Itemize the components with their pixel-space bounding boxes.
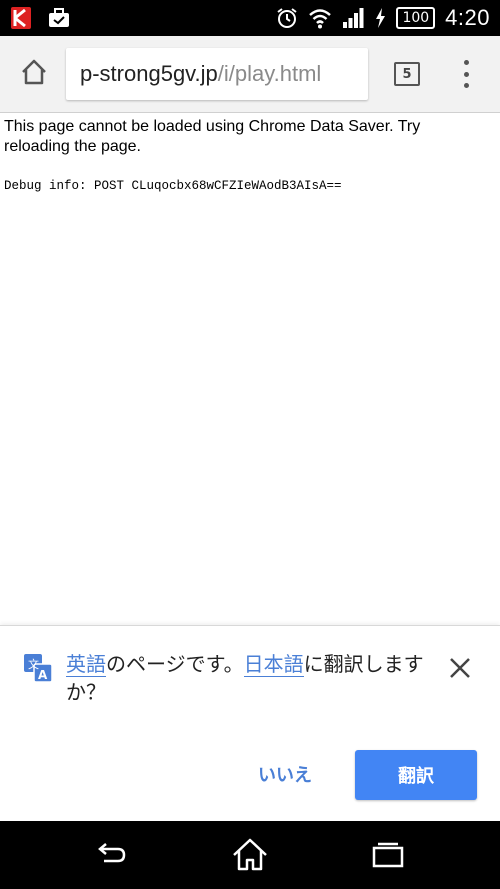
target-language-link[interactable]: 日本語 xyxy=(243,652,304,677)
translate-prompt: 英語のページです。日本語に翻訳しますか？ xyxy=(66,650,426,706)
browser-toolbar: p-strong5gv.jp/i/play.html 5 xyxy=(0,36,500,113)
menu-dot-icon xyxy=(463,71,469,77)
menu-dot-icon xyxy=(463,60,469,65)
navigation-bar xyxy=(0,821,500,889)
translate-button[interactable]: 翻訳 xyxy=(355,750,477,800)
charging-icon xyxy=(376,8,386,28)
status-bar: 100 4:20 xyxy=(0,0,500,36)
tab-count: 5 xyxy=(402,66,412,82)
source-language-link[interactable]: 英語 xyxy=(66,652,106,677)
home-nav-icon[interactable] xyxy=(230,835,270,875)
translate-infobar: 文 A 英語のページです。日本語に翻訳しますか？ いいえ 翻訳 xyxy=(0,625,500,822)
battery-icon: 100 xyxy=(396,7,436,29)
back-icon[interactable] xyxy=(90,835,130,875)
menu-button[interactable] xyxy=(456,58,476,90)
menu-dot-icon xyxy=(463,83,469,88)
url-path: /i/play.html xyxy=(217,61,322,86)
clock: 4:20 xyxy=(445,5,490,30)
page-content: This page cannot be loaded using Chrome … xyxy=(0,113,500,625)
wifi-icon xyxy=(309,9,332,29)
signal-icon xyxy=(343,8,364,28)
home-button[interactable] xyxy=(14,52,54,92)
close-icon[interactable] xyxy=(448,656,472,680)
kaspersky-icon xyxy=(11,7,31,29)
translate-icon: 文 A xyxy=(24,654,52,682)
home-icon xyxy=(22,59,46,85)
battery-level: 100 xyxy=(402,10,430,26)
alarm-clock-icon xyxy=(277,8,298,28)
error-message: This page cannot be loaded using Chrome … xyxy=(4,118,421,155)
url-bar[interactable]: p-strong5gv.jp/i/play.html xyxy=(66,48,368,100)
no-button[interactable]: いいえ xyxy=(230,750,340,798)
recent-apps-icon[interactable] xyxy=(368,835,408,875)
svg-text:A: A xyxy=(38,668,48,682)
tab-switcher-button[interactable]: 5 xyxy=(394,62,420,86)
debug-info: Debug info: POST CLuqocbx68wCFZIeWAodB3A… xyxy=(4,179,342,193)
translate-prompt-text: のページです。 xyxy=(106,652,244,676)
briefcase-icon xyxy=(49,8,69,27)
url-host: p-strong5gv.jp xyxy=(80,61,218,86)
